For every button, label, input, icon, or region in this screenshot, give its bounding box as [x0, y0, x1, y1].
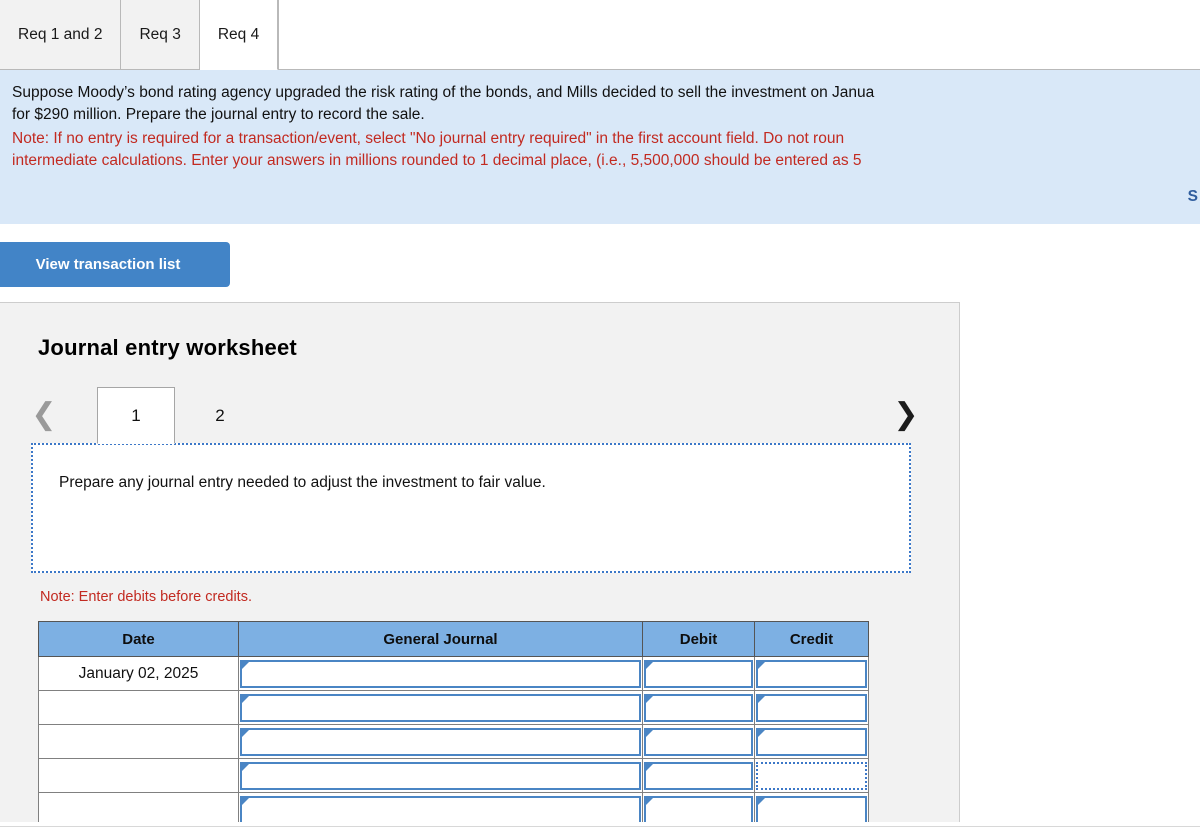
requirement-description-box: Prepare any journal entry needed to adju…	[31, 443, 911, 573]
chevron-left-icon[interactable]: ❮	[31, 395, 57, 435]
journal-debit-cell	[642, 656, 755, 691]
table-row: January 02, 2025	[38, 656, 869, 691]
tab-bar-filler	[278, 0, 1200, 70]
journal-general-journal-cell	[238, 690, 643, 725]
worksheet-page-label: 1	[131, 405, 141, 425]
table-row	[38, 758, 869, 793]
journal-credit-cell	[754, 724, 869, 759]
dropdown-marker-icon	[646, 695, 653, 703]
journal-general-journal-input[interactable]	[240, 727, 641, 756]
problem-statement-line-2: for $290 million. Prepare the journal en…	[12, 106, 425, 123]
dropdown-marker-icon	[758, 797, 765, 805]
dropdown-marker-icon	[758, 729, 765, 737]
journal-date-cell	[38, 758, 239, 793]
journal-credit-input[interactable]	[756, 761, 867, 790]
dropdown-marker-icon	[758, 661, 765, 669]
journal-entry-table: Date General Journal Debit Credit Januar…	[38, 621, 869, 822]
journal-date-cell: January 02, 2025	[38, 656, 239, 691]
problem-note: Note: If no entry is required for a tran…	[12, 128, 1200, 172]
journal-credit-input[interactable]	[756, 795, 867, 822]
table-row	[38, 690, 869, 725]
journal-debit-cell	[642, 792, 755, 822]
journal-general-journal-cell	[238, 792, 643, 822]
journal-credit-cell	[754, 792, 869, 822]
view-transaction-list-button[interactable]: View transaction list	[0, 242, 230, 287]
requirement-text: Prepare any journal entry needed to adju…	[59, 474, 546, 491]
chevron-right-icon[interactable]: ❯	[893, 395, 919, 435]
dropdown-marker-icon	[242, 729, 249, 737]
dropdown-marker-icon	[242, 661, 249, 669]
journal-debit-cell	[642, 758, 755, 793]
tab-req-4[interactable]: Req 4	[199, 0, 279, 70]
column-header-general-journal: General Journal	[238, 621, 643, 657]
journal-general-journal-input[interactable]	[240, 795, 641, 822]
table-header-row: Date General Journal Debit Credit	[38, 621, 869, 657]
dropdown-marker-icon	[242, 763, 249, 771]
journal-debit-input[interactable]	[644, 795, 753, 822]
journal-general-journal-input[interactable]	[240, 693, 641, 722]
worksheet-page-label: 2	[215, 405, 225, 425]
journal-credit-cell	[754, 656, 869, 691]
journal-general-journal-cell	[238, 758, 643, 793]
journal-debit-input[interactable]	[644, 659, 753, 688]
journal-date-cell	[38, 792, 239, 822]
show-less-link[interactable]: S	[1188, 188, 1198, 206]
journal-date-cell	[38, 724, 239, 759]
journal-debit-input[interactable]	[644, 693, 753, 722]
page-title: Journal entry worksheet	[38, 335, 297, 360]
journal-table-body: January 02, 2025	[38, 656, 869, 822]
dropdown-marker-icon	[646, 661, 653, 669]
enter-debits-note: Note: Enter debits before credits.	[40, 589, 252, 605]
column-header-date: Date	[38, 621, 239, 657]
column-header-debit: Debit	[642, 621, 755, 657]
table-row	[38, 724, 869, 759]
journal-debit-input[interactable]	[644, 761, 753, 790]
journal-debit-cell	[642, 690, 755, 725]
problem-instructions-banner: Suppose Moody’s bond rating agency upgra…	[0, 70, 1200, 224]
worksheet-pager: ❮ 1 2 ❯	[31, 387, 919, 444]
journal-credit-input[interactable]	[756, 693, 867, 722]
tab-label: Req 4	[217, 25, 260, 43]
problem-note-line-2: intermediate calculations. Enter your an…	[12, 152, 862, 169]
journal-credit-input[interactable]	[756, 659, 867, 688]
table-row	[38, 792, 869, 822]
worksheet-page-tab-1[interactable]: 1	[97, 387, 175, 444]
dropdown-marker-icon	[646, 797, 653, 805]
dropdown-marker-icon	[242, 797, 249, 805]
worksheet-page-tab-2[interactable]: 2	[181, 387, 259, 444]
dropdown-marker-icon	[242, 695, 249, 703]
dropdown-marker-icon	[758, 695, 765, 703]
column-header-credit: Credit	[754, 621, 869, 657]
tab-label: Req 3	[139, 25, 181, 43]
bottom-divider	[0, 826, 1200, 835]
journal-general-journal-cell	[238, 724, 643, 759]
journal-debit-cell	[642, 724, 755, 759]
journal-credit-cell	[754, 758, 869, 793]
dropdown-marker-icon	[646, 729, 653, 737]
journal-credit-cell	[754, 690, 869, 725]
tab-req-3[interactable]: Req 3	[121, 0, 200, 70]
problem-statement-line-1: Suppose Moody’s bond rating agency upgra…	[12, 84, 875, 101]
tab-req-1-and-2[interactable]: Req 1 and 2	[0, 0, 122, 70]
journal-general-journal-cell	[238, 656, 643, 691]
journal-general-journal-input[interactable]	[240, 761, 641, 790]
problem-statement: Suppose Moody’s bond rating agency upgra…	[12, 82, 1200, 126]
requirement-tab-bar: Req 1 and 2 Req 3 Req 4	[0, 0, 1200, 70]
dropdown-marker-icon	[646, 763, 653, 771]
problem-note-line-1: Note: If no entry is required for a tran…	[12, 130, 845, 147]
journal-date-cell	[38, 690, 239, 725]
journal-general-journal-input[interactable]	[240, 659, 641, 688]
tab-label: Req 1 and 2	[18, 25, 103, 43]
journal-entry-worksheet-panel: Journal entry worksheet ❮ 1 2 ❯ Prepare …	[0, 302, 960, 822]
journal-debit-input[interactable]	[644, 727, 753, 756]
journal-credit-input[interactable]	[756, 727, 867, 756]
